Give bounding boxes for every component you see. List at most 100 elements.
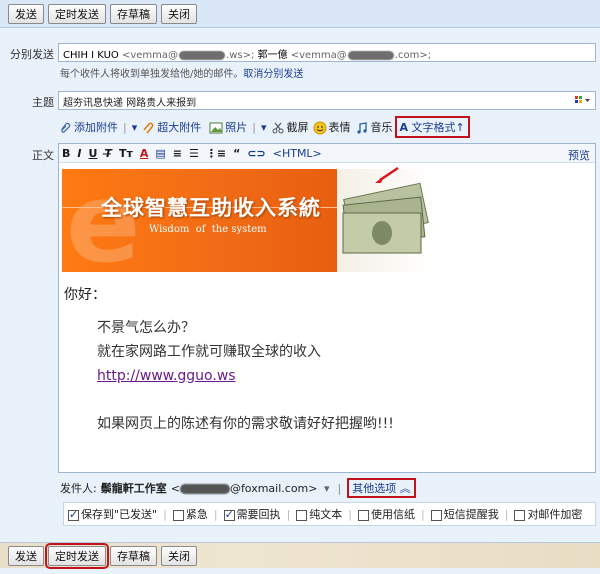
option-encrypt[interactable]: 对邮件加密 — [514, 506, 582, 522]
attachment-bar: 添加附件 | ▾ 超大附件 照片 | ▾ 截屏 表情 音乐 A 文字格式↑ — [58, 116, 470, 138]
super-attachment-icon — [143, 122, 154, 134]
body-line: 如果网页上的陈述有你的需求敬请好好把握哟!!! — [97, 416, 394, 432]
close-button[interactable]: 关闭 — [161, 3, 197, 24]
photo-icon — [209, 122, 223, 134]
send-button[interactable]: 发送 — [8, 545, 44, 566]
font-size-icon[interactable]: Tт — [119, 147, 133, 160]
font-family-icon[interactable]: T̶ — [104, 147, 112, 160]
bold-icon[interactable]: B — [62, 147, 70, 160]
super-attachment-button[interactable]: 超大附件 — [141, 119, 201, 135]
recipient-name: 郭一億 — [257, 50, 288, 61]
emoji-button[interactable]: 表情 — [313, 119, 351, 135]
option-plain-text[interactable]: 纯文本 — [296, 506, 342, 522]
dropdown-arrow-icon[interactable]: ▾ — [261, 121, 267, 134]
rich-text-editor[interactable]: B I U T̶ Tт A ▤ ≡ ☰ ⋮≡ “ ⊂⊃ <HTML> 预览 e … — [58, 143, 596, 473]
add-attachment-label: 添加附件 — [74, 121, 118, 134]
close-button[interactable]: 关闭 — [161, 545, 197, 566]
checkbox[interactable] — [358, 509, 369, 521]
checkbox[interactable] — [68, 508, 79, 521]
message-body[interactable]: 你好： 不景气怎么办？ 就在家网路工作就可赚取全球的收入 http://www.… — [64, 284, 584, 436]
add-attachment-button[interactable]: 添加附件 — [58, 119, 118, 135]
screenshot-label: 截屏 — [286, 121, 309, 134]
html-mode-button[interactable]: <HTML> — [273, 147, 322, 160]
italic-icon[interactable]: I — [77, 147, 81, 160]
recipients-field[interactable]: CHIH I KUO <vemma@ .ws>; 郭一億 <vemma@ .com>… — [58, 43, 596, 62]
checkbox[interactable] — [172, 509, 184, 521]
compose-form: 分别发送 CHIH I KUO <vemma@ .ws>; 郭一億 <vemma@… — [0, 29, 600, 541]
music-note-icon — [356, 122, 367, 134]
checkbox[interactable] — [223, 508, 235, 521]
preview-link[interactable]: 预览 — [568, 147, 590, 163]
body-label: 正文 — [32, 149, 54, 162]
recipient-addr-suffix: .ws>; — [226, 50, 255, 61]
save-draft-button[interactable]: 存草稿 — [110, 545, 157, 566]
screenshot-button[interactable]: 截屏 — [271, 119, 309, 135]
underline-icon[interactable]: U — [88, 147, 97, 160]
text-format-a-icon: A — [399, 121, 409, 134]
music-button[interactable]: 音乐 — [355, 119, 393, 135]
subject-value: 超夯讯息快递 网路贵人来报到 — [63, 98, 197, 109]
super-attachment-label: 超大附件 — [157, 121, 202, 134]
dropdown-arrow-icon[interactable]: ▾ — [132, 121, 138, 134]
bullet-list-icon[interactable]: ☰ — [189, 147, 199, 160]
divider: | — [163, 507, 167, 521]
divider: | — [348, 507, 352, 521]
color-grid-icon[interactable] — [575, 95, 591, 106]
other-options-button[interactable]: 其他选项 ︽ — [347, 478, 416, 498]
photo-label: 照片 — [225, 121, 248, 134]
photo-button[interactable]: 照片 — [209, 119, 247, 135]
banner-title: 全球智慧互助收入系統 — [101, 196, 321, 220]
numbered-list-icon[interactable]: ⋮≡ — [206, 147, 226, 160]
hint-text: 每个收件人将收到单独发给他/她的邮件。 — [60, 69, 244, 80]
banner-subtitle: Wisdom of the system — [149, 224, 267, 235]
sender-row: 发件人: 鬃龍軒工作室 < @foxmail.com> ▾ | 其他选项 ︽ — [60, 478, 416, 498]
body-line: 不景气怎么办？ — [97, 320, 195, 336]
option-label: 保存到"已发送" — [81, 508, 158, 521]
address-open-bracket: < — [170, 481, 180, 495]
body-lines: 不景气怎么办？ 就在家网路工作就可赚取全球的收入 http://www.gguo… — [97, 316, 584, 436]
recipient-addr-prefix: <vemma@ — [290, 50, 347, 61]
option-label: 需要回执 — [236, 508, 281, 521]
checkbox[interactable] — [430, 509, 442, 521]
redacted-mark — [179, 483, 230, 494]
send-options-bar: 保存到"已发送" | 紧急 | 需要回执 | 纯文本 | 使用信纸 | 短信提醒… — [63, 502, 596, 526]
divider: | — [504, 507, 509, 521]
cancel-separate-send-link[interactable]: 取消分别发送 — [243, 69, 303, 80]
divider: | — [252, 120, 256, 134]
subject-input[interactable]: 超夯讯息快递 网路贵人来报到 — [58, 91, 596, 110]
divider: | — [213, 507, 218, 521]
link-icon[interactable]: ⊂⊃ — [247, 147, 265, 160]
align-icon[interactable]: ≡ — [173, 147, 182, 160]
divider: | — [421, 507, 425, 521]
option-stationery[interactable]: 使用信纸 — [358, 506, 415, 522]
option-label: 对邮件加密 — [527, 508, 583, 521]
double-chevron-up-icon: ︽ — [399, 482, 411, 495]
checkbox[interactable] — [296, 509, 308, 521]
redacted-mark — [347, 50, 394, 60]
smiley-icon — [313, 121, 326, 135]
quote-icon[interactable]: “ — [233, 147, 240, 160]
option-sms-remind[interactable]: 短信提醒我 — [430, 506, 499, 522]
recipient-addr-suffix: .com>; — [394, 50, 432, 61]
option-urgent[interactable]: 紧急 — [172, 506, 208, 522]
divider: | — [123, 120, 127, 134]
option-read-receipt[interactable]: 需要回执 — [223, 506, 281, 522]
checkbox[interactable] — [514, 509, 526, 521]
emoji-label: 表情 — [328, 121, 351, 134]
recipient-addr-prefix: <vemma@ — [121, 50, 179, 61]
scheduled-send-button[interactable]: 定时发送 — [48, 3, 106, 24]
scheduled-send-button[interactable]: 定时发送 — [45, 542, 109, 569]
option-save-to-sent[interactable]: 保存到"已发送" — [68, 506, 157, 522]
font-color-icon[interactable]: A — [140, 147, 149, 160]
music-label: 音乐 — [370, 121, 393, 134]
sender-select[interactable]: < @foxmail.com> ▾ — [171, 482, 330, 495]
send-button[interactable]: 发送 — [8, 3, 44, 24]
recipients-hint: 每个收件人将收到单独发给他/她的邮件。取消分别发送 — [60, 65, 303, 80]
greeting-text: 你好： — [64, 287, 106, 303]
website-link[interactable]: http://www.gguo.ws — [97, 364, 584, 388]
background-color-icon[interactable]: ▤ — [155, 147, 165, 160]
save-draft-button[interactable]: 存草稿 — [110, 3, 157, 24]
sender-email-suffix: @foxmail.com> — [229, 481, 318, 495]
text-format-button[interactable]: A 文字格式↑ — [394, 116, 470, 138]
